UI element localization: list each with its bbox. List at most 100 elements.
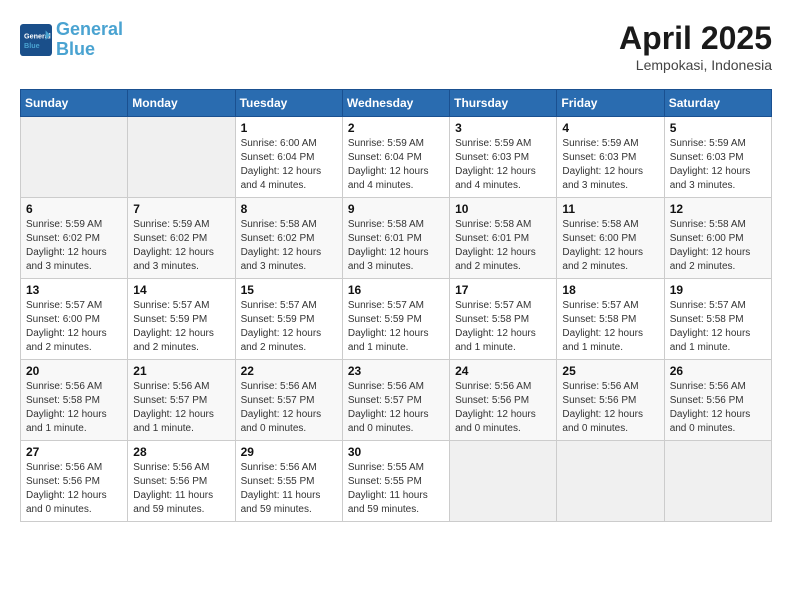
day-info: Sunrise: 5:59 AM Sunset: 6:02 PM Dayligh… [133, 218, 229, 274]
calendar-cell: 9 Sunrise: 5:58 AM Sunset: 6:01 PM Daylig… [342, 198, 449, 279]
calendar-cell: 10 Sunrise: 5:58 AM Sunset: 6:01 PM Dayli… [450, 198, 557, 279]
day-header-thursday: Thursday [450, 90, 557, 117]
day-number: 7 [133, 202, 229, 216]
day-header-friday: Friday [557, 90, 664, 117]
day-info: Sunrise: 5:58 AM Sunset: 6:01 PM Dayligh… [348, 218, 444, 274]
day-header-sunday: Sunday [21, 90, 128, 117]
day-info: Sunrise: 5:56 AM Sunset: 5:56 PM Dayligh… [562, 380, 658, 436]
calendar-cell: 11 Sunrise: 5:58 AM Sunset: 6:00 PM Dayli… [557, 198, 664, 279]
day-info: Sunrise: 5:56 AM Sunset: 5:56 PM Dayligh… [670, 380, 766, 436]
calendar-cell: 6 Sunrise: 5:59 AM Sunset: 6:02 PM Daylig… [21, 198, 128, 279]
day-number: 15 [241, 283, 337, 297]
day-number: 22 [241, 364, 337, 378]
day-header-monday: Monday [128, 90, 235, 117]
day-number: 5 [670, 121, 766, 135]
logo-icon: General Blue [20, 24, 52, 56]
day-number: 19 [670, 283, 766, 297]
day-info: Sunrise: 5:59 AM Sunset: 6:02 PM Dayligh… [26, 218, 122, 274]
day-header-tuesday: Tuesday [235, 90, 342, 117]
calendar-cell: 4 Sunrise: 5:59 AM Sunset: 6:03 PM Daylig… [557, 117, 664, 198]
calendar-cell: 1 Sunrise: 6:00 AM Sunset: 6:04 PM Daylig… [235, 117, 342, 198]
day-info: Sunrise: 5:59 AM Sunset: 6:03 PM Dayligh… [670, 137, 766, 193]
day-info: Sunrise: 5:57 AM Sunset: 5:59 PM Dayligh… [133, 299, 229, 355]
day-info: Sunrise: 6:00 AM Sunset: 6:04 PM Dayligh… [241, 137, 337, 193]
day-number: 4 [562, 121, 658, 135]
day-number: 6 [26, 202, 122, 216]
day-header-row: SundayMondayTuesdayWednesdayThursdayFrid… [21, 90, 772, 117]
day-info: Sunrise: 5:57 AM Sunset: 5:58 PM Dayligh… [562, 299, 658, 355]
calendar-cell: 30 Sunrise: 5:55 AM Sunset: 5:55 PM Dayli… [342, 441, 449, 522]
day-number: 1 [241, 121, 337, 135]
week-row-3: 13Sunrise: 5:57 AM Sunset: 6:00 PM Dayli… [21, 279, 772, 360]
day-info: Sunrise: 5:55 AM Sunset: 5:55 PM Dayligh… [348, 461, 444, 517]
calendar-cell: 2 Sunrise: 5:59 AM Sunset: 6:04 PM Daylig… [342, 117, 449, 198]
calendar-body: 1 Sunrise: 6:00 AM Sunset: 6:04 PM Daylig… [21, 117, 772, 522]
day-number: 27 [26, 445, 122, 459]
calendar-cell: 25Sunrise: 5:56 AM Sunset: 5:56 PM Dayli… [557, 360, 664, 441]
location: Lempokasi, Indonesia [619, 57, 772, 73]
calendar-cell: 28 Sunrise: 5:56 AM Sunset: 5:56 PM Dayli… [128, 441, 235, 522]
calendar-cell [664, 441, 771, 522]
day-number: 13 [26, 283, 122, 297]
week-row-5: 27 Sunrise: 5:56 AM Sunset: 5:56 PM Dayli… [21, 441, 772, 522]
day-info: Sunrise: 5:59 AM Sunset: 6:04 PM Dayligh… [348, 137, 444, 193]
day-info: Sunrise: 5:59 AM Sunset: 6:03 PM Dayligh… [455, 137, 551, 193]
day-number: 17 [455, 283, 551, 297]
calendar-cell: 13Sunrise: 5:57 AM Sunset: 6:00 PM Dayli… [21, 279, 128, 360]
day-number: 26 [670, 364, 766, 378]
day-info: Sunrise: 5:56 AM Sunset: 5:56 PM Dayligh… [133, 461, 229, 517]
day-info: Sunrise: 5:58 AM Sunset: 6:00 PM Dayligh… [670, 218, 766, 274]
day-info: Sunrise: 5:56 AM Sunset: 5:55 PM Dayligh… [241, 461, 337, 517]
day-info: Sunrise: 5:56 AM Sunset: 5:56 PM Dayligh… [26, 461, 122, 517]
day-info: Sunrise: 5:56 AM Sunset: 5:57 PM Dayligh… [348, 380, 444, 436]
week-row-2: 6 Sunrise: 5:59 AM Sunset: 6:02 PM Daylig… [21, 198, 772, 279]
logo-text: General Blue [56, 20, 123, 60]
day-info: Sunrise: 5:56 AM Sunset: 5:57 PM Dayligh… [241, 380, 337, 436]
day-info: Sunrise: 5:57 AM Sunset: 5:59 PM Dayligh… [241, 299, 337, 355]
calendar-cell: 22 Sunrise: 5:56 AM Sunset: 5:57 PM Dayli… [235, 360, 342, 441]
day-number: 9 [348, 202, 444, 216]
day-info: Sunrise: 5:57 AM Sunset: 5:58 PM Dayligh… [455, 299, 551, 355]
day-number: 24 [455, 364, 551, 378]
day-number: 30 [348, 445, 444, 459]
calendar-cell: 16Sunrise: 5:57 AM Sunset: 5:59 PM Dayli… [342, 279, 449, 360]
calendar-cell: 7 Sunrise: 5:59 AM Sunset: 6:02 PM Daylig… [128, 198, 235, 279]
logo: General Blue General Blue [20, 20, 123, 60]
calendar-cell [450, 441, 557, 522]
calendar-cell [21, 117, 128, 198]
page-header: General Blue General Blue April 2025 Lem… [20, 20, 772, 73]
calendar-cell: 24 Sunrise: 5:56 AM Sunset: 5:56 PM Dayli… [450, 360, 557, 441]
calendar-cell: 20 Sunrise: 5:56 AM Sunset: 5:58 PM Dayli… [21, 360, 128, 441]
calendar-table: SundayMondayTuesdayWednesdayThursdayFrid… [20, 89, 772, 522]
calendar-cell: 15 Sunrise: 5:57 AM Sunset: 5:59 PM Dayli… [235, 279, 342, 360]
day-info: Sunrise: 5:56 AM Sunset: 5:58 PM Dayligh… [26, 380, 122, 436]
day-info: Sunrise: 5:56 AM Sunset: 5:56 PM Dayligh… [455, 380, 551, 436]
calendar-cell [557, 441, 664, 522]
day-number: 28 [133, 445, 229, 459]
day-number: 29 [241, 445, 337, 459]
title-block: April 2025 Lempokasi, Indonesia [619, 20, 772, 73]
calendar-cell: 21Sunrise: 5:56 AM Sunset: 5:57 PM Dayli… [128, 360, 235, 441]
day-info: Sunrise: 5:57 AM Sunset: 5:59 PM Dayligh… [348, 299, 444, 355]
calendar-cell: 14 Sunrise: 5:57 AM Sunset: 5:59 PM Dayli… [128, 279, 235, 360]
day-info: Sunrise: 5:59 AM Sunset: 6:03 PM Dayligh… [562, 137, 658, 193]
day-info: Sunrise: 5:58 AM Sunset: 6:02 PM Dayligh… [241, 218, 337, 274]
svg-text:Blue: Blue [24, 41, 40, 50]
day-info: Sunrise: 5:57 AM Sunset: 5:58 PM Dayligh… [670, 299, 766, 355]
calendar-cell: 18Sunrise: 5:57 AM Sunset: 5:58 PM Dayli… [557, 279, 664, 360]
day-number: 10 [455, 202, 551, 216]
day-number: 11 [562, 202, 658, 216]
day-number: 2 [348, 121, 444, 135]
day-header-saturday: Saturday [664, 90, 771, 117]
day-info: Sunrise: 5:58 AM Sunset: 6:00 PM Dayligh… [562, 218, 658, 274]
calendar-cell: 19 Sunrise: 5:57 AM Sunset: 5:58 PM Dayli… [664, 279, 771, 360]
day-number: 14 [133, 283, 229, 297]
week-row-4: 20 Sunrise: 5:56 AM Sunset: 5:58 PM Dayli… [21, 360, 772, 441]
calendar-cell: 17 Sunrise: 5:57 AM Sunset: 5:58 PM Dayli… [450, 279, 557, 360]
week-row-1: 1 Sunrise: 6:00 AM Sunset: 6:04 PM Daylig… [21, 117, 772, 198]
day-number: 20 [26, 364, 122, 378]
calendar-cell: 3 Sunrise: 5:59 AM Sunset: 6:03 PM Daylig… [450, 117, 557, 198]
day-number: 12 [670, 202, 766, 216]
day-number: 3 [455, 121, 551, 135]
day-info: Sunrise: 5:58 AM Sunset: 6:01 PM Dayligh… [455, 218, 551, 274]
